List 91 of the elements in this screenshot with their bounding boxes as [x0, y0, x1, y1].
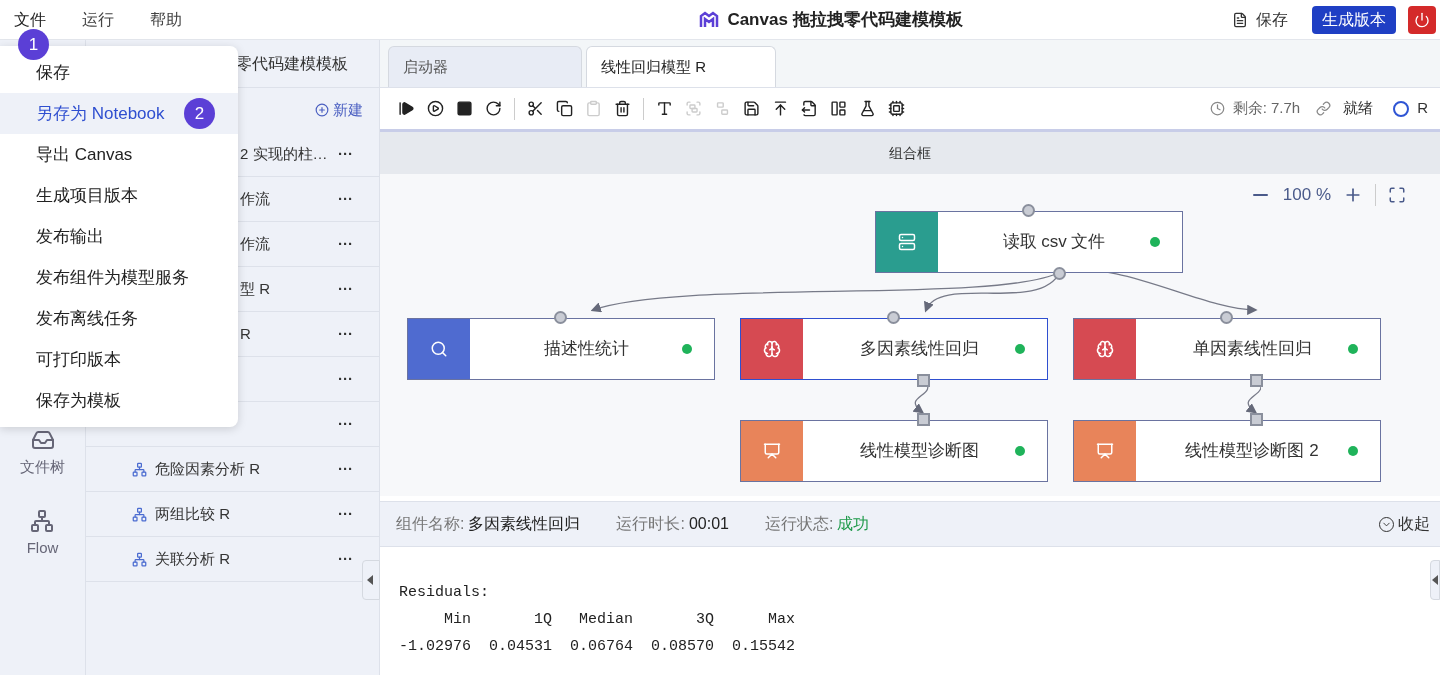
more-button[interactable]: ··· — [338, 232, 353, 256]
menu-option[interactable]: 发布离线任务 — [0, 298, 238, 339]
more-button[interactable]: ··· — [338, 187, 353, 211]
node-label: 单因素线性回归 — [1191, 338, 1313, 361]
chart-screen-icon — [763, 442, 781, 460]
save-button[interactable]: 保存 — [1232, 7, 1288, 32]
flow-icon — [132, 551, 147, 567]
input-port-icon — [917, 413, 930, 426]
remaining-time: 剩余: 7.7h — [1232, 98, 1301, 119]
node-label: 线性模型诊断图 — [858, 440, 980, 463]
output-port-icon — [1250, 374, 1263, 387]
rail-item[interactable]: Flow — [26, 508, 59, 559]
power-button[interactable] — [1408, 5, 1436, 34]
kernel-status: 就绪 — [1343, 98, 1374, 119]
workflow-name[interactable]: 作流 — [240, 187, 270, 211]
workflow-name[interactable]: 2 实现的柱… — [240, 142, 328, 166]
more-button[interactable]: ··· — [338, 142, 353, 166]
group-title: 组合框 — [889, 143, 931, 163]
power-icon — [1414, 11, 1430, 28]
more-button[interactable]: ··· — [338, 457, 353, 481]
rail-item[interactable]: 文件树 — [20, 428, 65, 479]
info-label: 运行时长: — [616, 514, 685, 534]
brain-icon — [763, 340, 781, 358]
workflow-name[interactable]: 作流 — [240, 232, 270, 256]
console-output: Residuals: Min 1Q Median 3Q Max -1.02976 0.04531 0.06764 0.08570 0.15542 — [399, 583, 796, 657]
output-port-icon — [917, 374, 930, 387]
zoom-level: 100 % — [1282, 184, 1331, 206]
menu-option[interactable]: 发布组件为模型服务 — [0, 257, 238, 298]
menu-item[interactable]: 运行 — [82, 10, 114, 29]
flow-node[interactable]: 线性模型诊断图 — [740, 420, 1048, 482]
search-icon — [430, 340, 448, 358]
flow-icon — [132, 461, 147, 477]
collapse-button[interactable]: 收起 — [1379, 512, 1430, 536]
brain-icon — [1096, 340, 1114, 358]
more-button[interactable]: ··· — [338, 277, 353, 301]
step-badge: 2 — [184, 98, 215, 129]
step-badge: 1 — [18, 29, 49, 60]
tab[interactable]: 启动器 — [388, 46, 582, 87]
flow-node[interactable]: 单因素线性回归 — [1073, 318, 1381, 380]
menu-option[interactable]: 保存为模板 — [0, 380, 238, 421]
flow-icon — [132, 506, 147, 522]
workflow-name[interactable]: R — [240, 322, 251, 346]
more-button[interactable]: ··· — [338, 502, 353, 526]
clock-icon — [1209, 101, 1225, 116]
add-icon — [315, 103, 329, 117]
flow-node[interactable]: 读取 csv 文件 — [875, 211, 1183, 273]
flow-node[interactable]: 多因素线性回归 — [740, 318, 1048, 380]
node-label: 线性模型诊断图 2 — [1184, 440, 1320, 463]
workflow-name[interactable]: 危险因素分析 R — [155, 457, 260, 481]
node-label: 描述性统计 — [542, 338, 630, 361]
workflow-name[interactable]: 两组比较 R — [155, 502, 230, 526]
app-title: Canvas 拖拉拽零代码建模模板 — [727, 8, 963, 31]
workflow-name[interactable]: 型 R — [240, 277, 270, 301]
info-value: 00:01 — [688, 514, 729, 534]
chart-screen-icon — [1096, 442, 1114, 460]
fit-view-button[interactable] — [1388, 185, 1406, 204]
node-label: 读取 csv 文件 — [1001, 231, 1107, 254]
new-button[interactable]: 新建 — [315, 98, 363, 122]
info-value: 成功 — [837, 514, 870, 534]
publish-button[interactable]: 生成版本 — [1312, 5, 1396, 34]
node-label: 多因素线性回归 — [858, 338, 980, 361]
info-value: 多因素线性回归 — [468, 514, 581, 534]
menu-item[interactable]: 文件 — [14, 10, 46, 29]
save-icon — [1232, 11, 1248, 28]
menu-option[interactable]: 可打印版本 — [0, 339, 238, 380]
flow-icon — [30, 508, 55, 533]
info-label: 运行状态: — [764, 514, 834, 534]
link-icon — [1316, 101, 1332, 116]
menu-option[interactable]: 另存为 Notebook 2 — [0, 93, 238, 134]
flow-node[interactable]: 描述性统计 — [407, 318, 715, 380]
menu-option[interactable]: 生成项目版本 — [0, 175, 238, 216]
flow-node[interactable]: 线性模型诊断图 2 — [1073, 420, 1381, 482]
more-button[interactable]: ··· — [338, 367, 353, 391]
tab[interactable]: 线性回归模型 R — [586, 46, 776, 87]
info-label: 组件名称: — [396, 514, 465, 534]
workflow-name[interactable]: 关联分析 R — [155, 547, 230, 571]
collapse-handle-icon[interactable] — [1430, 560, 1440, 600]
server-icon — [898, 233, 916, 251]
input-port-icon — [1250, 413, 1263, 426]
status-ring-icon — [1393, 100, 1410, 117]
more-button[interactable]: ··· — [338, 412, 353, 436]
collapse-handle-icon[interactable] — [362, 560, 380, 600]
kernel-language: R — [1417, 98, 1428, 119]
minus-icon — [1253, 193, 1269, 196]
logo-icon — [699, 10, 720, 29]
more-button[interactable]: ··· — [338, 547, 353, 571]
inbox-icon — [30, 428, 55, 452]
menu-option[interactable]: 发布输出 — [0, 216, 238, 257]
more-button[interactable]: ··· — [338, 322, 353, 346]
menu-item[interactable]: 帮助 — [150, 10, 182, 29]
menu-option[interactable]: 导出 Canvas — [0, 134, 238, 175]
